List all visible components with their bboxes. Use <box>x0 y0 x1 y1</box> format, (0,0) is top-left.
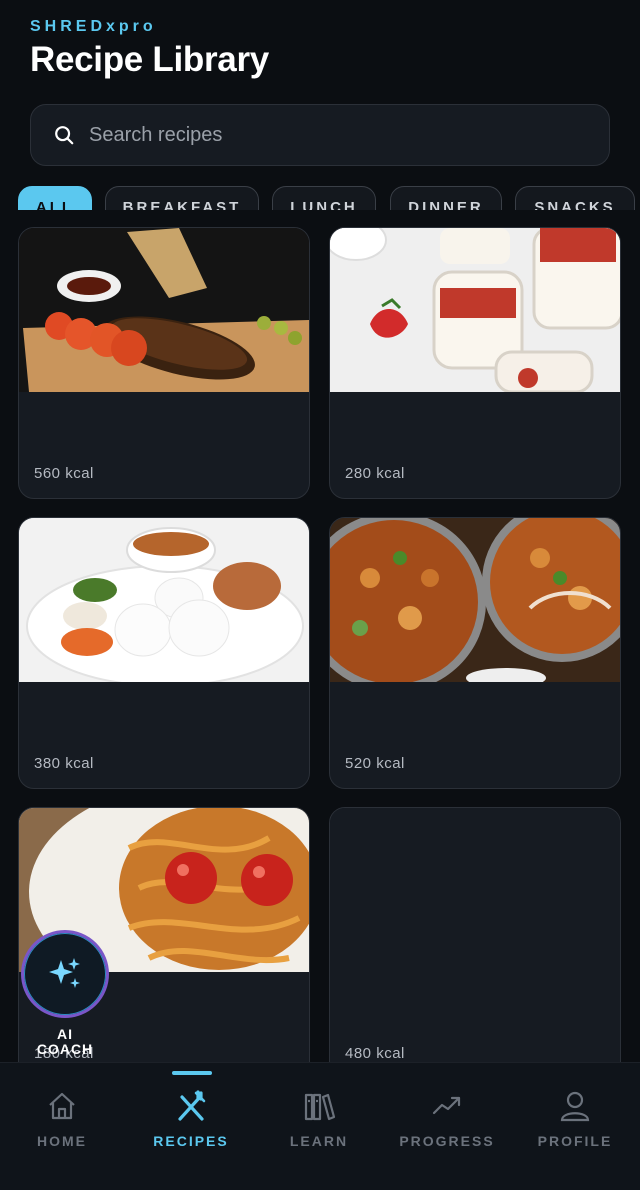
recipe-card[interactable]: 520 kcal <box>329 517 621 789</box>
recipe-image-idli <box>19 518 309 682</box>
search-placeholder: Search recipes <box>89 123 223 146</box>
recipe-image-panna-cotta <box>330 228 620 392</box>
sparkles-icon <box>49 958 80 988</box>
tab-progress-label: PROGRESS <box>399 1133 495 1149</box>
page-title: Recipe Library <box>30 40 269 79</box>
brand-logo: SHREDxpro <box>30 18 157 35</box>
recipe-image-ribs <box>19 228 309 392</box>
utensils-icon <box>178 1090 206 1121</box>
filter-chip-lunch[interactable]: LUNCH <box>272 186 376 210</box>
category-filter-bar: ALL BREAKFAST LUNCH DINNER SNACKS <box>0 186 640 210</box>
filter-chip-breakfast[interactable]: BREAKFAST <box>105 186 259 210</box>
filter-chip-dinner[interactable]: DINNER <box>390 186 502 210</box>
recipe-image-curry <box>330 518 620 682</box>
recipe-kcal: 520 kcal <box>345 755 405 772</box>
recipe-kcal: 380 kcal <box>34 755 94 772</box>
tab-recipes[interactable]: RECIPES <box>127 1089 255 1149</box>
books-icon <box>304 1093 336 1121</box>
tab-learn[interactable]: LEARN <box>255 1089 383 1149</box>
user-icon <box>560 1091 590 1122</box>
recipe-image-placeholder <box>330 808 620 972</box>
recipe-kcal: 480 kcal <box>345 1045 405 1062</box>
tab-recipes-label: RECIPES <box>153 1133 229 1149</box>
ai-coach-label: AI COACH <box>36 1026 94 1057</box>
bottom-tab-bar: HOME RECIPES LEARN PROGRESS PROFILE <box>0 1062 640 1190</box>
recipe-card[interactable]: 560 kcal <box>18 227 310 499</box>
recipe-card[interactable]: 480 kcal <box>329 807 621 1079</box>
recipe-card[interactable]: 280 kcal <box>329 227 621 499</box>
tab-home-label: HOME <box>37 1133 87 1149</box>
tab-progress[interactable]: PROGRESS <box>383 1089 511 1149</box>
filter-chip-all[interactable]: ALL <box>18 186 92 210</box>
home-icon <box>49 1092 75 1120</box>
tab-profile[interactable]: PROFILE <box>511 1089 639 1149</box>
recipe-card[interactable]: 380 kcal <box>18 517 310 789</box>
tab-home[interactable]: HOME <box>0 1089 126 1149</box>
search-input[interactable]: Search recipes <box>30 104 610 166</box>
filter-chip-snacks[interactable]: SNACKS <box>515 186 635 210</box>
active-tab-indicator <box>172 1071 212 1075</box>
tab-profile-label: PROFILE <box>537 1133 613 1149</box>
recipe-kcal: 560 kcal <box>34 465 94 482</box>
search-icon <box>55 126 74 145</box>
recipe-kcal: 280 kcal <box>345 465 405 482</box>
tab-learn-label: LEARN <box>289 1133 349 1149</box>
trend-up-icon <box>432 1096 461 1115</box>
ai-coach-button[interactable] <box>21 930 109 1018</box>
